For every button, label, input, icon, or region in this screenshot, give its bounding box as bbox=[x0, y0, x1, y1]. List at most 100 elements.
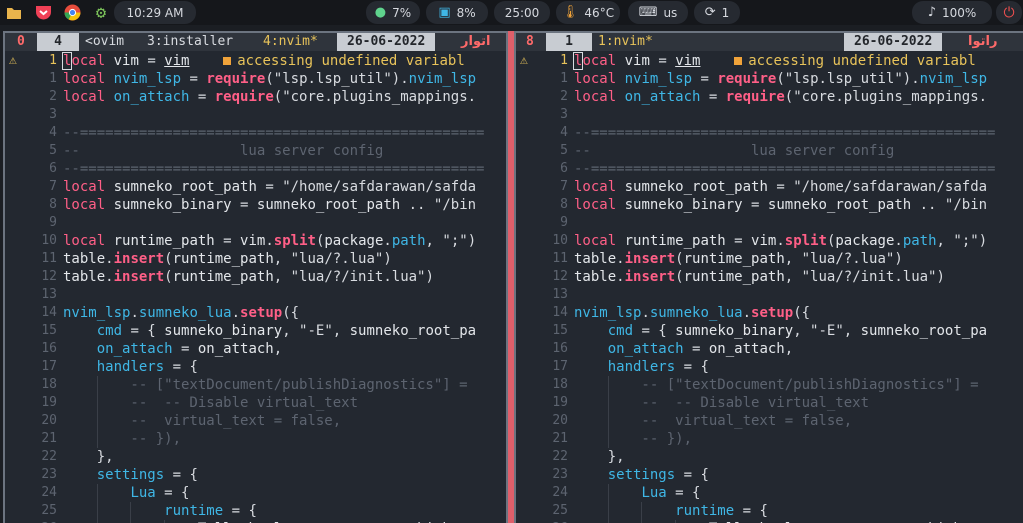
line-number: 12 bbox=[41, 269, 57, 284]
line-number: 21 bbox=[41, 431, 57, 446]
diagnostic-virtual-text: accessing undefined variabl bbox=[734, 53, 976, 69]
code-line[interactable]: 1 local nvim_lsp = require("lsp.lsp_util"… bbox=[516, 70, 1023, 88]
code-line[interactable]: 25 runtime = { bbox=[516, 502, 1023, 520]
code-line[interactable]: 5 -- lua server config bbox=[516, 142, 1023, 160]
code-line[interactable]: 3 bbox=[5, 106, 506, 124]
code-line[interactable]: 16 on_attach = on_attach, bbox=[5, 340, 506, 358]
code-text: -- }), bbox=[63, 431, 182, 447]
code-line[interactable]: 14 nvim_lsp.sumneko_lua.setup({ bbox=[516, 304, 1023, 322]
line-number: 1 bbox=[49, 71, 57, 86]
date-label: 26-06-2022 bbox=[844, 33, 943, 51]
chrome-icon[interactable] bbox=[61, 2, 83, 23]
code-line[interactable]: 13 bbox=[5, 286, 506, 304]
code-text: -- virtual_text = false, bbox=[574, 413, 853, 429]
code-line[interactable]: 7 local sumneko_root_path = "/home/safdar… bbox=[5, 178, 506, 196]
line-number: 23 bbox=[552, 467, 568, 482]
tab-installer[interactable]: 3:installer bbox=[147, 33, 233, 51]
code-line[interactable]: 23 settings = { bbox=[5, 466, 506, 484]
indent-guide bbox=[607, 376, 609, 394]
warning-sign-icon: ⚠ bbox=[9, 53, 17, 68]
power-icon[interactable]: ⏻ bbox=[996, 1, 1022, 24]
buffer-number[interactable]: 1 bbox=[546, 33, 592, 51]
code-line[interactable]: 3 bbox=[516, 106, 1023, 124]
code-line[interactable]: 18 -- ["textDocument/publishDiagnostics"… bbox=[5, 376, 506, 394]
code-line[interactable]: 15 cmd = { sumneko_binary, "-E", sumneko… bbox=[5, 322, 506, 340]
session-count: 0 bbox=[17, 34, 25, 49]
code-line[interactable]: 6 --=====================================… bbox=[516, 160, 1023, 178]
line-number: 16 bbox=[41, 341, 57, 356]
keyboard-layout[interactable]: ⌨ us bbox=[628, 1, 688, 24]
tab-ovim[interactable]: <ovim bbox=[85, 33, 124, 51]
code-line[interactable]: 22 }, bbox=[516, 448, 1023, 466]
code-line[interactable]: 14 nvim_lsp.sumneko_lua.setup({ bbox=[5, 304, 506, 322]
code-line[interactable]: 19 -- -- Disable virtual_text bbox=[516, 394, 1023, 412]
code-line[interactable]: 25 runtime = { bbox=[5, 502, 506, 520]
code-line[interactable]: 9 bbox=[516, 214, 1023, 232]
updates-widget[interactable]: ⟳ 1 bbox=[694, 1, 740, 24]
volume-widget[interactable]: ♪ 100% bbox=[912, 1, 992, 24]
code-line[interactable]: 10 local runtime_path = vim.split(package… bbox=[516, 232, 1023, 250]
temperature-widget[interactable]: 🌡 46°C bbox=[556, 1, 620, 24]
code-line[interactable]: 1 ⚠ local vim = vim accessing undefined va… bbox=[516, 52, 1023, 70]
code-line[interactable]: 4 --=====================================… bbox=[5, 124, 506, 142]
code-line[interactable]: 21 -- }), bbox=[5, 430, 506, 448]
code-line[interactable]: 1 local nvim_lsp = require("lsp.lsp_util"… bbox=[5, 70, 506, 88]
line-number: 24 bbox=[552, 485, 568, 500]
day-label: راتوا bbox=[968, 34, 998, 49]
code-text: nvim_lsp.sumneko_lua.setup({ bbox=[574, 305, 811, 321]
code-line[interactable]: 17 handlers = { bbox=[5, 358, 506, 376]
code-line[interactable]: 7 local sumneko_root_path = "/home/safdar… bbox=[516, 178, 1023, 196]
code-line[interactable]: 5 -- lua server config bbox=[5, 142, 506, 160]
code-line[interactable]: 16 on_attach = on_attach, bbox=[516, 340, 1023, 358]
code-buffer[interactable]: 1 ⚠ local vim = vim accessing undefined va… bbox=[5, 52, 506, 523]
chip-icon: ▣ bbox=[438, 5, 451, 20]
code-line[interactable]: 20 -- virtual_text = false, bbox=[5, 412, 506, 430]
code-line[interactable]: 10 local runtime_path = vim.split(package… bbox=[5, 232, 506, 250]
cpu-user-widget[interactable]: ● 7% bbox=[366, 1, 420, 24]
clock[interactable]: 10:29 AM bbox=[114, 1, 196, 24]
right-editor-pane[interactable]: 8 1 1:nvim* 26-06-2022 راتوا 1 ⚠ local vim… bbox=[514, 31, 1023, 523]
indent-guide bbox=[96, 430, 98, 448]
code-line[interactable]: 9 bbox=[5, 214, 506, 232]
code-line[interactable]: 12 table.insert(runtime_path, "lua/?/init… bbox=[5, 268, 506, 286]
pocket-icon[interactable] bbox=[32, 2, 54, 23]
code-line[interactable]: 19 -- -- Disable virtual_text bbox=[5, 394, 506, 412]
code-line[interactable]: 6 --=====================================… bbox=[5, 160, 506, 178]
code-line[interactable]: 2 local on_attach = require("core.plugins… bbox=[5, 88, 506, 106]
code-line[interactable]: 20 -- virtual_text = false, bbox=[516, 412, 1023, 430]
code-line[interactable]: 8 local sumneko_binary = sumneko_root_pat… bbox=[5, 196, 506, 214]
folder-icon[interactable] bbox=[3, 2, 25, 23]
code-line[interactable]: 24 Lua = { bbox=[516, 484, 1023, 502]
line-number: 17 bbox=[41, 359, 57, 374]
code-line[interactable]: 15 cmd = { sumneko_binary, "-E", sumneko… bbox=[516, 322, 1023, 340]
pomodoro-timer[interactable]: 25:00 bbox=[494, 1, 550, 24]
tab-nvim-active[interactable]: 1:nvim* bbox=[598, 33, 653, 51]
gear-icon[interactable]: ⚙ bbox=[90, 2, 112, 23]
code-buffer[interactable]: 1 ⚠ local vim = vim accessing undefined va… bbox=[516, 52, 1023, 523]
diagnostic-virtual-text: accessing undefined variabl bbox=[223, 53, 465, 69]
code-line[interactable]: 23 settings = { bbox=[516, 466, 1023, 484]
code-line[interactable]: 18 -- ["textDocument/publishDiagnostics"… bbox=[516, 376, 1023, 394]
code-line[interactable]: 17 handlers = { bbox=[516, 358, 1023, 376]
line-number: 15 bbox=[552, 323, 568, 338]
buffer-number[interactable]: 4 bbox=[37, 33, 79, 51]
code-line[interactable]: 8 local sumneko_binary = sumneko_root_pat… bbox=[516, 196, 1023, 214]
code-line[interactable]: 22 }, bbox=[5, 448, 506, 466]
code-line[interactable]: 12 table.insert(runtime_path, "lua/?/init… bbox=[516, 268, 1023, 286]
code-line[interactable]: 11 table.insert(runtime_path, "lua/?.lua"… bbox=[516, 250, 1023, 268]
code-line[interactable]: 1 ⚠ local vim = vim accessing undefined va… bbox=[5, 52, 506, 70]
cpu-widget[interactable]: ▣ 8% bbox=[426, 1, 488, 24]
code-line[interactable]: 24 Lua = { bbox=[5, 484, 506, 502]
code-line[interactable]: 21 -- }), bbox=[516, 430, 1023, 448]
line-number: 9 bbox=[560, 215, 568, 230]
code-line[interactable]: 11 table.insert(runtime_path, "lua/?.lua"… bbox=[5, 250, 506, 268]
line-number: 2 bbox=[49, 89, 57, 104]
code-line[interactable]: 4 --=====================================… bbox=[516, 124, 1023, 142]
left-editor-pane[interactable]: 0 4 <ovim 3:installer 4:nvim* 26-06-2022… bbox=[3, 31, 508, 523]
indent-guide bbox=[96, 376, 98, 394]
diagnostic-square-icon bbox=[223, 56, 232, 65]
code-line[interactable]: 13 bbox=[516, 286, 1023, 304]
line-number: 25 bbox=[41, 503, 57, 518]
code-line[interactable]: 2 local on_attach = require("core.plugins… bbox=[516, 88, 1023, 106]
tab-nvim-active[interactable]: 4:nvim* bbox=[263, 33, 318, 51]
